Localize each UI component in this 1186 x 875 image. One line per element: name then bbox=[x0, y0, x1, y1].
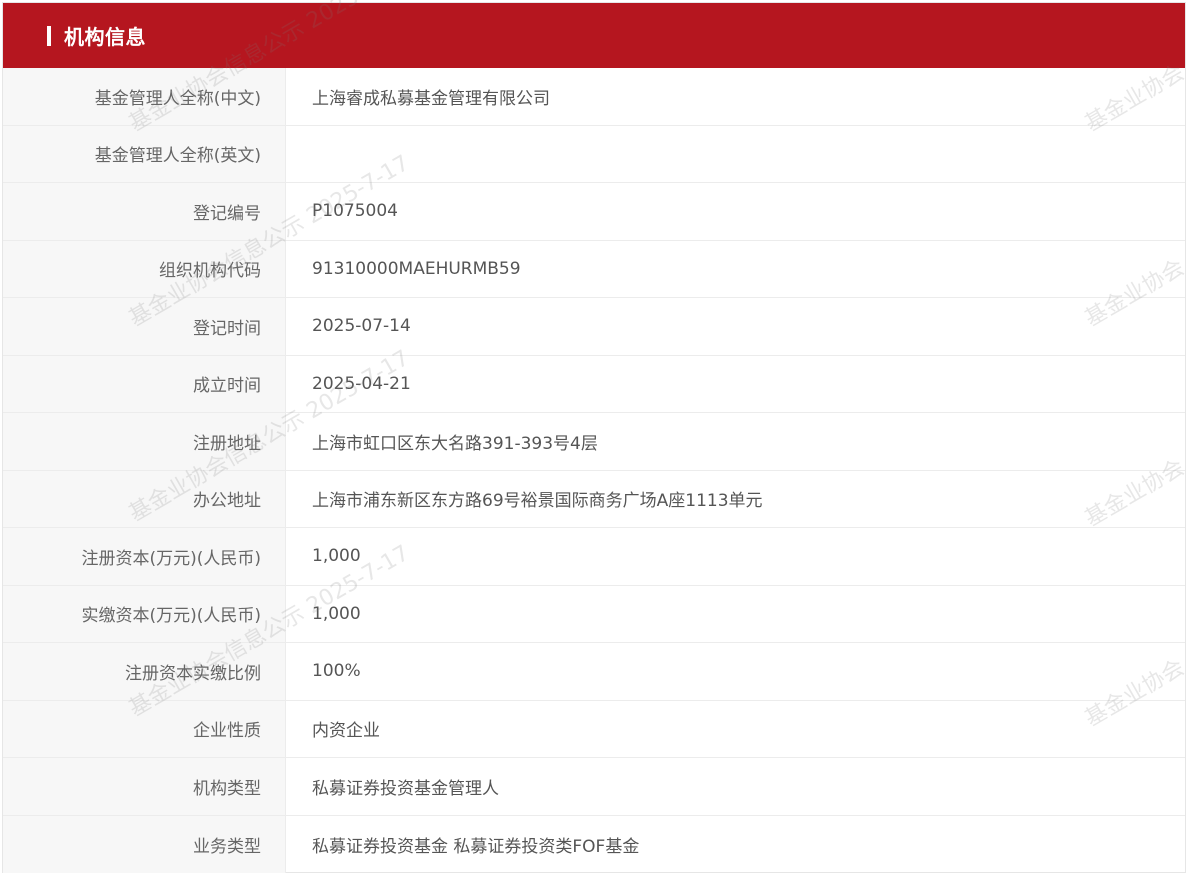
row-label: 基金管理人全称(英文) bbox=[3, 125, 286, 182]
row-value: 内资企业 bbox=[312, 721, 380, 742]
row-label: 业务类型 bbox=[3, 815, 286, 873]
header-accent-bar bbox=[47, 25, 51, 46]
row-value: 上海市虹口区东大名路391-393号4层 bbox=[312, 433, 598, 454]
row-office-address: 办公地址 上海市浦东新区东方路69号裕景国际商务广场A座1113单元 bbox=[3, 470, 1185, 528]
row-value: P1075004 bbox=[312, 201, 398, 222]
row-label: 基金管理人全称(中文) bbox=[3, 68, 286, 125]
row-establishment-date: 成立时间 2025-04-21 bbox=[3, 355, 1185, 413]
row-label: 实缴资本(万元)(人民币) bbox=[3, 585, 286, 642]
row-value bbox=[286, 126, 1185, 183]
row-registered-address: 注册地址 上海市虹口区东大名路391-393号4层 bbox=[3, 413, 1185, 471]
row-value: 2025-07-14 bbox=[312, 316, 411, 337]
row-value: 1,000 bbox=[312, 603, 361, 624]
row-label: 注册资本实缴比例 bbox=[3, 643, 286, 700]
row-label: 办公地址 bbox=[3, 470, 286, 527]
row-label: 登记编号 bbox=[3, 183, 286, 240]
row-paid-in-capital: 实缴资本(万元)(人民币) 1,000 bbox=[3, 585, 1185, 643]
row-value: 91310000MAEHURMB59 bbox=[312, 258, 521, 279]
row-registered-capital: 注册资本(万元)(人民币) 1,000 bbox=[3, 528, 1185, 586]
row-paid-in-ratio: 注册资本实缴比例 100% bbox=[3, 643, 1185, 701]
row-registration-date: 登记时间 2025-07-14 bbox=[3, 298, 1185, 356]
panel-title: 机构信息 bbox=[64, 25, 146, 49]
row-label: 组织机构代码 bbox=[3, 240, 286, 297]
row-label: 成立时间 bbox=[3, 355, 286, 412]
row-organization-code: 组织机构代码 91310000MAEHURMB59 bbox=[3, 240, 1185, 298]
row-institution-type: 机构类型 私募证券投资基金管理人 bbox=[3, 758, 1185, 816]
row-value: 上海睿成私募基金管理有限公司 bbox=[312, 88, 550, 109]
row-label: 机构类型 bbox=[3, 758, 286, 815]
row-registration-number: 登记编号 P1075004 bbox=[3, 183, 1185, 241]
row-value: 上海市浦东新区东方路69号裕景国际商务广场A座1113单元 bbox=[312, 491, 763, 512]
row-label: 企业性质 bbox=[3, 700, 286, 757]
row-value: 100% bbox=[312, 661, 361, 682]
panel-header: 机构信息 bbox=[3, 3, 1185, 68]
row-enterprise-nature: 企业性质 内资企业 bbox=[3, 700, 1185, 758]
institution-info-panel: 机构信息 基金管理人全称(中文) 上海睿成私募基金管理有限公司 基金管理人全称(… bbox=[2, 2, 1186, 873]
row-value: 1,000 bbox=[312, 546, 361, 567]
row-label: 登记时间 bbox=[3, 298, 286, 355]
row-label: 注册资本(万元)(人民币) bbox=[3, 528, 286, 585]
info-table: 基金管理人全称(中文) 上海睿成私募基金管理有限公司 基金管理人全称(英文) 登… bbox=[3, 68, 1185, 873]
row-manager-name-en: 基金管理人全称(英文) bbox=[3, 125, 1185, 183]
row-label: 注册地址 bbox=[3, 413, 286, 470]
row-value: 私募证券投资基金 私募证券投资类FOF基金 bbox=[312, 836, 640, 857]
row-business-type: 业务类型 私募证券投资基金 私募证券投资类FOF基金 bbox=[3, 815, 1185, 873]
row-value: 2025-04-21 bbox=[312, 373, 411, 394]
row-value: 私募证券投资基金管理人 bbox=[312, 778, 499, 799]
row-manager-name-cn: 基金管理人全称(中文) 上海睿成私募基金管理有限公司 bbox=[3, 68, 1185, 126]
